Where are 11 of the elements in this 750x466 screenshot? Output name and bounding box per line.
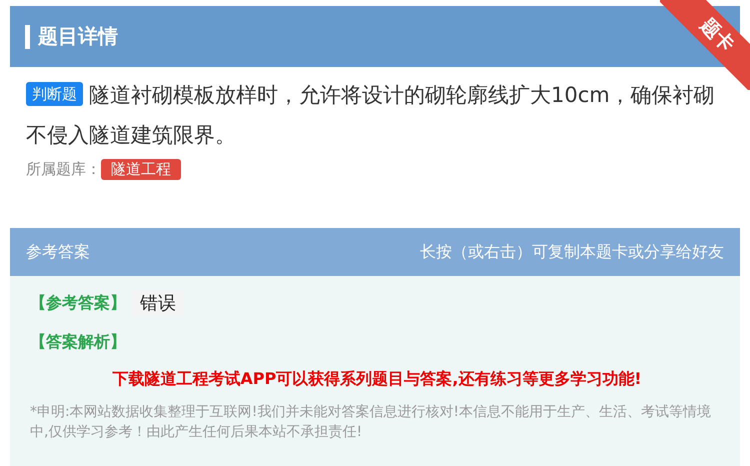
section-title: 题目详情 [38, 23, 118, 50]
disclaimer-text: *申明:本网站数据收集整理于互联网!我们并未能对答案信息进行核对!本信息不能用于生产、生活、考试等情境中,仅供学习参考！由此产生任何后果本站不承担责任! [30, 403, 712, 442]
bank-tag[interactable]: 隧道工程 [101, 159, 181, 180]
title-marker [25, 24, 30, 48]
analysis-label: 【答案解析】 [30, 332, 127, 353]
bank-label: 所属题库： [26, 160, 101, 179]
share-hint: 长按（或右击）可复制本题卡或分享给好友 [420, 242, 724, 262]
answer-label: 【参考答案】 [30, 292, 126, 314]
promo-text: 下载隧道工程考试APP可以获得系列题目与答案,还有练习等更多学习功能! [111, 369, 643, 390]
answer-value: 错误 [132, 290, 184, 316]
answer-title: 参考答案 [26, 242, 90, 262]
